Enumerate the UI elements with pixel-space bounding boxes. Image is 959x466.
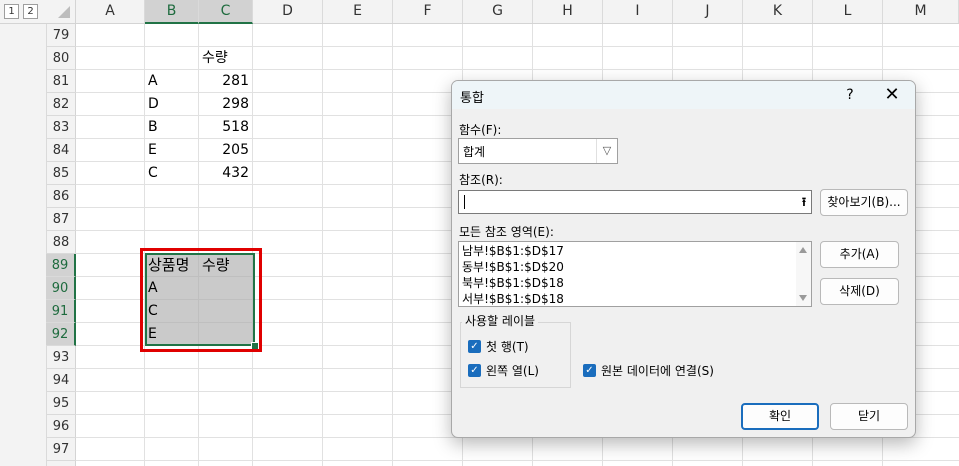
column-header-e[interactable]: E: [323, 0, 393, 23]
cell-c83[interactable]: 518: [199, 116, 252, 139]
function-select[interactable]: 합계 ▽: [458, 138, 618, 164]
reference-input[interactable]: ⭱: [458, 190, 812, 214]
top-row-label: 첫 행(T): [486, 340, 529, 354]
checkmark-icon[interactable]: ✓: [468, 340, 481, 353]
column-header-j[interactable]: J: [673, 0, 743, 23]
dialog-title-bar[interactable]: 통합 ? ✕: [452, 81, 915, 109]
row-header[interactable]: 81: [46, 70, 76, 93]
top-row-checkbox[interactable]: ✓ 첫 행(T): [468, 339, 558, 355]
ok-button[interactable]: 확인: [741, 403, 819, 430]
help-button[interactable]: ?: [840, 85, 860, 105]
cell-b81[interactable]: A: [145, 70, 198, 93]
gridline: [252, 24, 253, 466]
row-header[interactable]: 80: [46, 47, 76, 70]
cell-c82[interactable]: 298: [199, 93, 252, 116]
scroll-down-icon[interactable]: [799, 295, 807, 301]
column-header-h[interactable]: H: [533, 0, 603, 23]
column-header-a[interactable]: A: [76, 0, 145, 23]
row-header[interactable]: 95: [46, 392, 76, 415]
gridline: [392, 24, 393, 466]
list-item[interactable]: 동부!$B$1:$D$20: [462, 259, 564, 275]
left-column-checkbox[interactable]: ✓ 왼쪽 열(L): [468, 363, 564, 379]
cell-c81[interactable]: 281: [199, 70, 252, 93]
scroll-up-icon[interactable]: [799, 247, 807, 253]
row-header-selected[interactable]: 89: [46, 254, 76, 277]
cell-b82[interactable]: D: [145, 93, 198, 116]
column-header-g[interactable]: G: [463, 0, 533, 23]
checkmark-icon[interactable]: ✓: [468, 364, 481, 377]
row-header[interactable]: 79: [46, 24, 76, 47]
all-references-list[interactable]: 남부!$B$1:$D$17 동부!$B$1:$D$20 북부!$B$1:$D$1…: [458, 241, 812, 307]
row-header[interactable]: 96: [46, 415, 76, 438]
function-value: 합계: [463, 145, 486, 159]
column-header-k[interactable]: K: [743, 0, 813, 23]
gridline: [322, 24, 323, 466]
row-header[interactable]: 87: [46, 208, 76, 231]
consolidate-dialog: 통합 ? ✕ 함수(F): 합계 ▽ 참조(R): ⭱ 찾아보기(B)... 모…: [451, 80, 916, 438]
collapse-dialog-icon[interactable]: ⭱: [795, 191, 813, 213]
function-label: 함수(F):: [459, 123, 502, 137]
column-header-c[interactable]: C: [199, 0, 253, 24]
list-item[interactable]: 북부!$B$1:$D$18: [462, 275, 564, 291]
checkmark-icon[interactable]: ✓: [583, 364, 596, 377]
list-item[interactable]: 서부!$B$1:$D$18: [462, 291, 564, 306]
column-header-f[interactable]: F: [393, 0, 463, 23]
link-source-label: 원본 데이터에 연결(S): [601, 364, 714, 378]
close-icon[interactable]: ✕: [882, 85, 902, 105]
highlight-box: [140, 248, 262, 352]
link-source-checkbox[interactable]: ✓ 원본 데이터에 연결(S): [583, 363, 733, 379]
row-header[interactable]: 84: [46, 139, 76, 162]
add-button[interactable]: 추가(A): [820, 241, 899, 268]
text-caret: [464, 195, 465, 209]
cell-c85[interactable]: 432: [199, 162, 252, 185]
list-item[interactable]: 남부!$B$1:$D$17: [462, 243, 564, 259]
row-header[interactable]: 82: [46, 93, 76, 116]
column-header-i[interactable]: I: [603, 0, 673, 23]
column-header-bar: A B C D E F G H I J K L M: [76, 0, 959, 24]
outline-level-2-button[interactable]: 2: [23, 4, 38, 19]
row-header[interactable]: 85: [46, 162, 76, 185]
outline-strip: [0, 24, 47, 466]
cell-c84[interactable]: 205: [199, 139, 252, 162]
delete-button[interactable]: 삭제(D): [820, 278, 899, 305]
dialog-title: 통합: [460, 91, 484, 106]
row-header[interactable]: 97: [46, 438, 76, 461]
reference-label: 참조(R):: [459, 173, 503, 187]
row-header[interactable]: 94: [46, 369, 76, 392]
all-references-label: 모든 참조 영역(E):: [459, 225, 554, 239]
row-header-selected[interactable]: 90: [46, 277, 76, 300]
cell-b83[interactable]: B: [145, 116, 198, 139]
list-scrollbar[interactable]: [796, 242, 811, 306]
use-labels-legend: 사용할 레이블: [462, 312, 539, 329]
browse-button[interactable]: 찾아보기(B)...: [820, 189, 908, 216]
cell-c80[interactable]: 수량: [199, 47, 252, 70]
column-header-b[interactable]: B: [145, 0, 199, 24]
row-header[interactable]: 93: [46, 346, 76, 369]
outline-level-1-button[interactable]: 1: [4, 4, 19, 19]
chevron-down-icon[interactable]: ▽: [596, 139, 617, 163]
cell-b85[interactable]: C: [145, 162, 198, 185]
cell-b84[interactable]: E: [145, 139, 198, 162]
left-column-label: 왼쪽 열(L): [486, 364, 539, 378]
column-header-d[interactable]: D: [253, 0, 323, 23]
column-header-l[interactable]: L: [813, 0, 883, 23]
row-header[interactable]: 83: [46, 116, 76, 139]
close-button[interactable]: 닫기: [830, 403, 908, 430]
select-all-button[interactable]: [58, 6, 70, 18]
sheet-corner: 1 2: [0, 0, 76, 24]
column-header-m[interactable]: M: [883, 0, 959, 23]
row-header[interactable]: 88: [46, 231, 76, 254]
row-header-selected[interactable]: 91: [46, 300, 76, 323]
row-header[interactable]: 86: [46, 185, 76, 208]
row-header-selected[interactable]: 92: [46, 323, 76, 346]
row-header-bar: 79 80 81 82 83 84 85 86 87 88 89 90 91 9…: [0, 24, 76, 466]
